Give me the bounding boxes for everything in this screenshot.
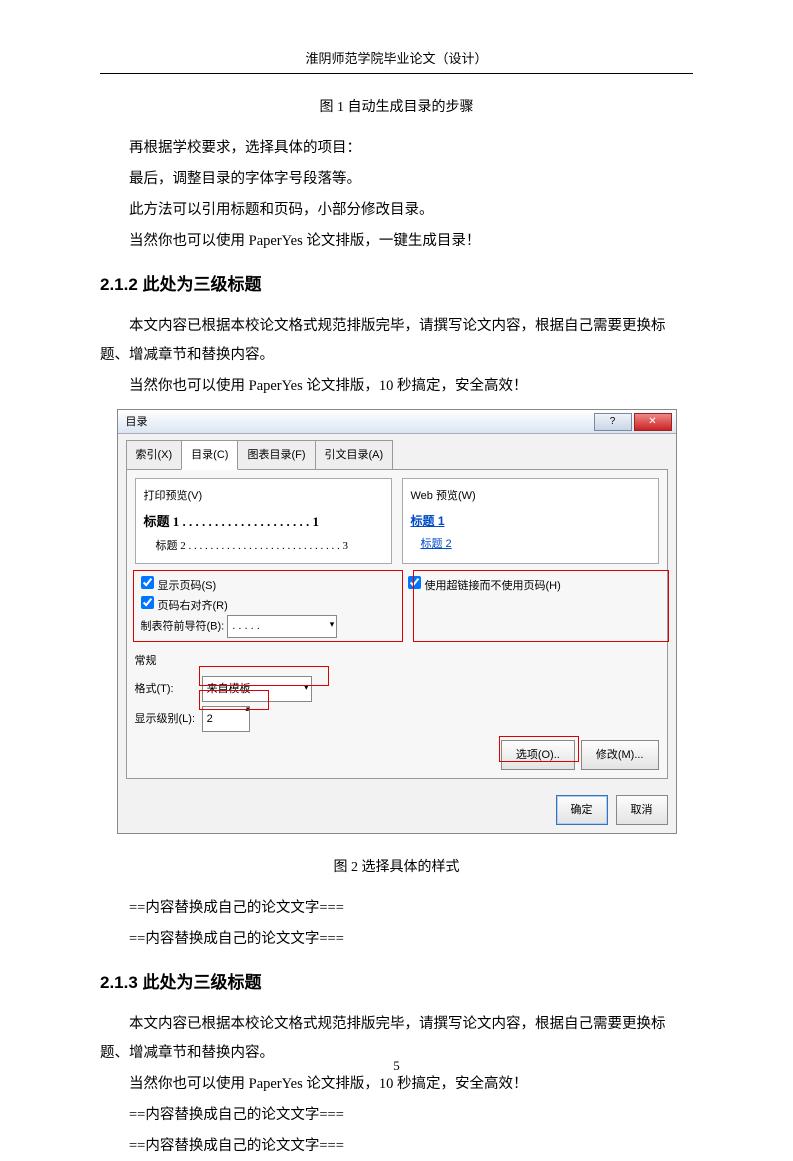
dialog-tabs: 索引(X) 目录(C) 图表目录(F) 引文目录(A): [126, 440, 668, 470]
figure1-caption: 图 1 自动生成目录的步骤: [100, 94, 693, 122]
paragraph: 本文内容已根据本校论文格式规范排版完毕，请撰写论文内容，根据自己需要更换标题、增…: [100, 312, 693, 370]
highlight-box: [133, 570, 403, 642]
page-number: 5: [0, 1058, 793, 1074]
web-preview-label: Web 预览(W): [411, 485, 650, 507]
paragraph: ==内容替换成自己的论文文字===: [100, 894, 693, 923]
highlight-box: [199, 690, 269, 710]
figure2-caption: 图 2 选择具体的样式: [100, 854, 693, 882]
tab-toc[interactable]: 目录(C): [181, 440, 238, 470]
highlight-box: [413, 570, 669, 642]
ok-button[interactable]: 确定: [556, 795, 608, 825]
level-label: 显示级别(L):: [135, 708, 199, 730]
paragraph: 再根据学校要求，选择具体的项目：: [100, 134, 693, 163]
dialog-titlebar: 目录 ? ✕: [118, 410, 676, 434]
page-header: 淮阴师范学院毕业论文（设计）: [0, 0, 793, 73]
web-preview-link[interactable]: 标题 2: [411, 533, 650, 555]
heading-2-1-3: 2.1.3 此处为三级标题: [100, 966, 693, 1000]
paragraph: ==内容替换成自己的论文文字===: [100, 1101, 693, 1130]
print-preview-label: 打印预览(V): [144, 485, 383, 507]
format-label: 格式(T):: [135, 678, 199, 700]
web-preview-panel: Web 预览(W) 标题 1 标题 2: [402, 478, 659, 564]
highlight-box: [199, 666, 329, 686]
paragraph: 当然你也可以使用 PaperYes 论文排版，10 秒搞定，安全高效！: [100, 1070, 693, 1099]
paragraph: 最后，调整目录的字体字号段落等。: [100, 165, 693, 194]
print-preview-panel: 打印预览(V) 标题 1 . . . . . . . . . . . . . .…: [135, 478, 392, 564]
toc-dialog: 目录 ? ✕ 索引(X) 目录(C) 图表目录(F) 引文目录(A) 打印预览(…: [117, 409, 677, 834]
paragraph: ==内容替换成自己的论文文字===: [100, 1132, 693, 1161]
header-rule: [100, 73, 693, 74]
paragraph: 此方法可以引用标题和页码，小部分修改目录。: [100, 196, 693, 225]
help-button[interactable]: ?: [594, 413, 632, 431]
toc-preview-line: 标题 2 . . . . . . . . . . . . . . . . . .…: [144, 535, 383, 557]
paragraph: 当然你也可以使用 PaperYes 论文排版，10 秒搞定，安全高效！: [100, 372, 693, 401]
toc-preview-line: 标题 1 . . . . . . . . . . . . . . . . . .…: [144, 509, 383, 535]
web-preview-link[interactable]: 标题 1: [411, 509, 650, 533]
paragraph: 当然你也可以使用 PaperYes 论文排版，一键生成目录！: [100, 227, 693, 256]
paragraph: ==内容替换成自己的论文文字===: [100, 925, 693, 954]
tab-index[interactable]: 索引(X): [126, 440, 183, 470]
heading-2-1-2: 2.1.2 此处为三级标题: [100, 268, 693, 302]
dialog-title: 目录: [122, 411, 148, 433]
cancel-button[interactable]: 取消: [616, 795, 668, 825]
modify-button[interactable]: 修改(M)...: [581, 740, 659, 770]
tab-figures[interactable]: 图表目录(F): [237, 440, 315, 470]
close-button[interactable]: ✕: [634, 413, 672, 431]
highlight-box: [499, 736, 579, 762]
tab-citations[interactable]: 引文目录(A): [315, 440, 394, 470]
